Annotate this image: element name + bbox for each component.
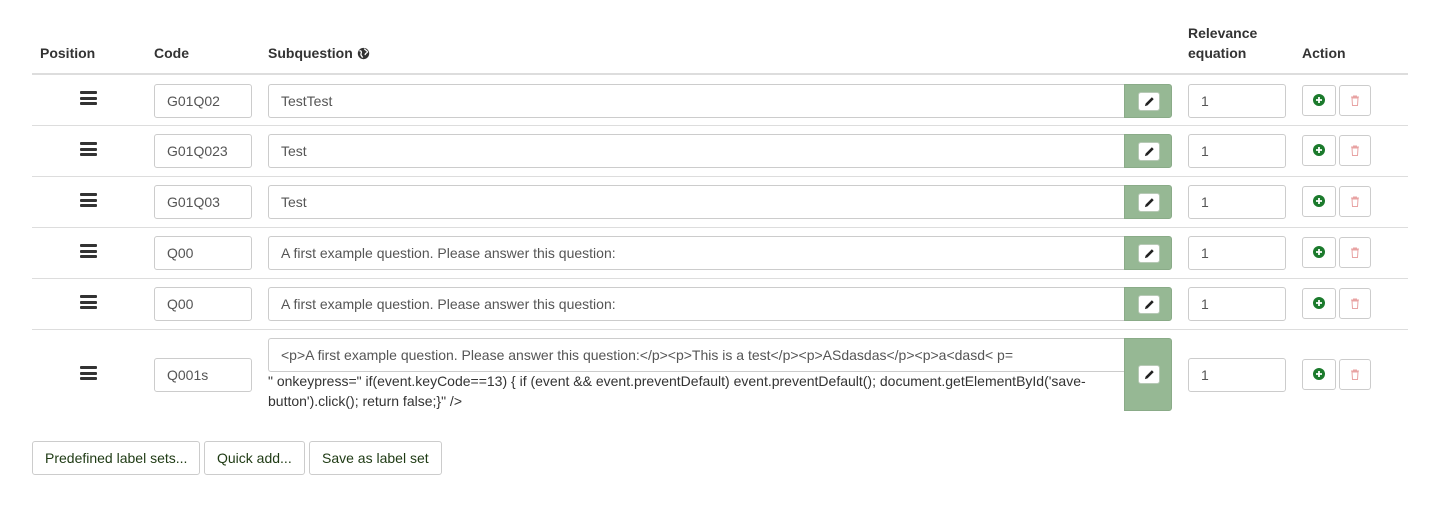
table-row: G01Q03 Test 1 xyxy=(32,177,1408,228)
pencil-icon xyxy=(1144,297,1155,313)
plus-circle-icon xyxy=(1313,367,1325,383)
quick-add-button[interactable]: Quick add... xyxy=(204,441,305,475)
add-button[interactable] xyxy=(1302,85,1336,116)
bars-icon[interactable] xyxy=(80,295,97,309)
pencil-icon xyxy=(1144,246,1155,262)
save-as-label-set-button[interactable]: Save as label set xyxy=(309,441,442,475)
code-input[interactable]: Q00 xyxy=(154,236,252,270)
bars-icon[interactable] xyxy=(80,366,97,380)
subquestion-header-label: Subquestion xyxy=(268,45,353,61)
table-row: Q00 A first example question. Please ans… xyxy=(32,228,1408,279)
add-button[interactable] xyxy=(1302,135,1336,166)
position-header: Position xyxy=(40,45,96,61)
pencil-icon xyxy=(1144,367,1155,383)
code-input[interactable]: G01Q03 xyxy=(154,185,252,219)
edit-button[interactable] xyxy=(1138,365,1160,384)
relevance-input[interactable]: 1 xyxy=(1188,287,1286,321)
plus-circle-icon xyxy=(1313,245,1325,261)
bars-icon[interactable] xyxy=(80,142,97,156)
bars-icon[interactable] xyxy=(80,91,97,105)
edit-addon xyxy=(1124,185,1172,219)
trash-icon xyxy=(1350,143,1360,159)
table-row: G01Q02 TestTest 1 xyxy=(32,75,1408,126)
add-button[interactable] xyxy=(1302,288,1336,319)
table-row: Q001s <p>A first example question. Pleas… xyxy=(32,330,1408,414)
edit-addon xyxy=(1124,84,1172,118)
code-input[interactable]: G01Q023 xyxy=(154,134,252,168)
trash-icon xyxy=(1350,194,1360,210)
delete-button[interactable] xyxy=(1339,135,1371,166)
edit-button[interactable] xyxy=(1138,244,1160,263)
predefined-label-sets-button[interactable]: Predefined label sets... xyxy=(32,441,201,475)
plus-circle-icon xyxy=(1313,296,1325,312)
edit-button[interactable] xyxy=(1138,92,1160,111)
delete-button[interactable] xyxy=(1339,237,1371,268)
table-row: Q00 A first example question. Please ans… xyxy=(32,279,1408,330)
code-input[interactable]: Q001s xyxy=(154,358,252,392)
pencil-icon xyxy=(1144,94,1155,110)
relevance-input[interactable]: 1 xyxy=(1188,358,1286,392)
trash-icon xyxy=(1350,296,1360,312)
edit-addon xyxy=(1124,236,1172,270)
pencil-icon xyxy=(1144,144,1155,160)
relevance-input[interactable]: 1 xyxy=(1188,236,1286,270)
add-button[interactable] xyxy=(1302,237,1336,268)
globe-icon xyxy=(357,47,370,60)
subquestion-header: Subquestion xyxy=(268,43,370,63)
plus-circle-icon xyxy=(1313,143,1325,159)
subquestion-input[interactable]: A first example question. Please answer … xyxy=(268,236,1125,270)
subquestion-input[interactable]: Test xyxy=(268,185,1125,219)
trash-icon xyxy=(1350,245,1360,261)
bars-icon[interactable] xyxy=(80,244,97,258)
relevance-header-line2: equation xyxy=(1188,45,1247,61)
relevance-header-line1: Relevance xyxy=(1188,25,1258,41)
add-button[interactable] xyxy=(1302,186,1336,217)
edit-addon xyxy=(1124,134,1172,168)
delete-button[interactable] xyxy=(1339,288,1371,319)
edit-button[interactable] xyxy=(1138,142,1160,161)
relevance-input[interactable]: 1 xyxy=(1188,134,1286,168)
subquestion-overflow-text: " onkeypress=" if(event.keyCode==13) { i… xyxy=(268,373,1086,409)
bars-icon[interactable] xyxy=(80,193,97,207)
relevance-header: Relevance equation xyxy=(1188,23,1257,63)
relevance-input[interactable]: 1 xyxy=(1188,185,1286,219)
subquestion-input[interactable]: Test xyxy=(268,134,1125,168)
code-header: Code xyxy=(154,45,189,61)
edit-addon xyxy=(1124,338,1172,411)
delete-button[interactable] xyxy=(1339,186,1371,217)
table-header: Position Code Subquestion Relevance equa… xyxy=(32,0,1408,75)
delete-button[interactable] xyxy=(1339,359,1371,390)
trash-icon xyxy=(1350,93,1360,109)
delete-button[interactable] xyxy=(1339,85,1371,116)
code-input[interactable]: G01Q02 xyxy=(154,84,252,118)
edit-button[interactable] xyxy=(1138,295,1160,314)
plus-circle-icon xyxy=(1313,93,1325,109)
plus-circle-icon xyxy=(1313,194,1325,210)
add-button[interactable] xyxy=(1302,359,1336,390)
action-header: Action xyxy=(1302,45,1346,61)
subquestions-table: Position Code Subquestion Relevance equa… xyxy=(32,0,1408,414)
subquestion-input[interactable]: <p>A first example question. Please answ… xyxy=(268,338,1125,372)
edit-addon xyxy=(1124,287,1172,321)
subquestion-input[interactable]: TestTest xyxy=(268,84,1125,118)
table-row: G01Q023 Test 1 xyxy=(32,126,1408,177)
edit-button[interactable] xyxy=(1138,193,1160,212)
code-input[interactable]: Q00 xyxy=(154,287,252,321)
pencil-icon xyxy=(1144,195,1155,211)
relevance-input[interactable]: 1 xyxy=(1188,84,1286,118)
subquestion-input[interactable]: A first example question. Please answer … xyxy=(268,287,1125,321)
trash-icon xyxy=(1350,367,1360,383)
